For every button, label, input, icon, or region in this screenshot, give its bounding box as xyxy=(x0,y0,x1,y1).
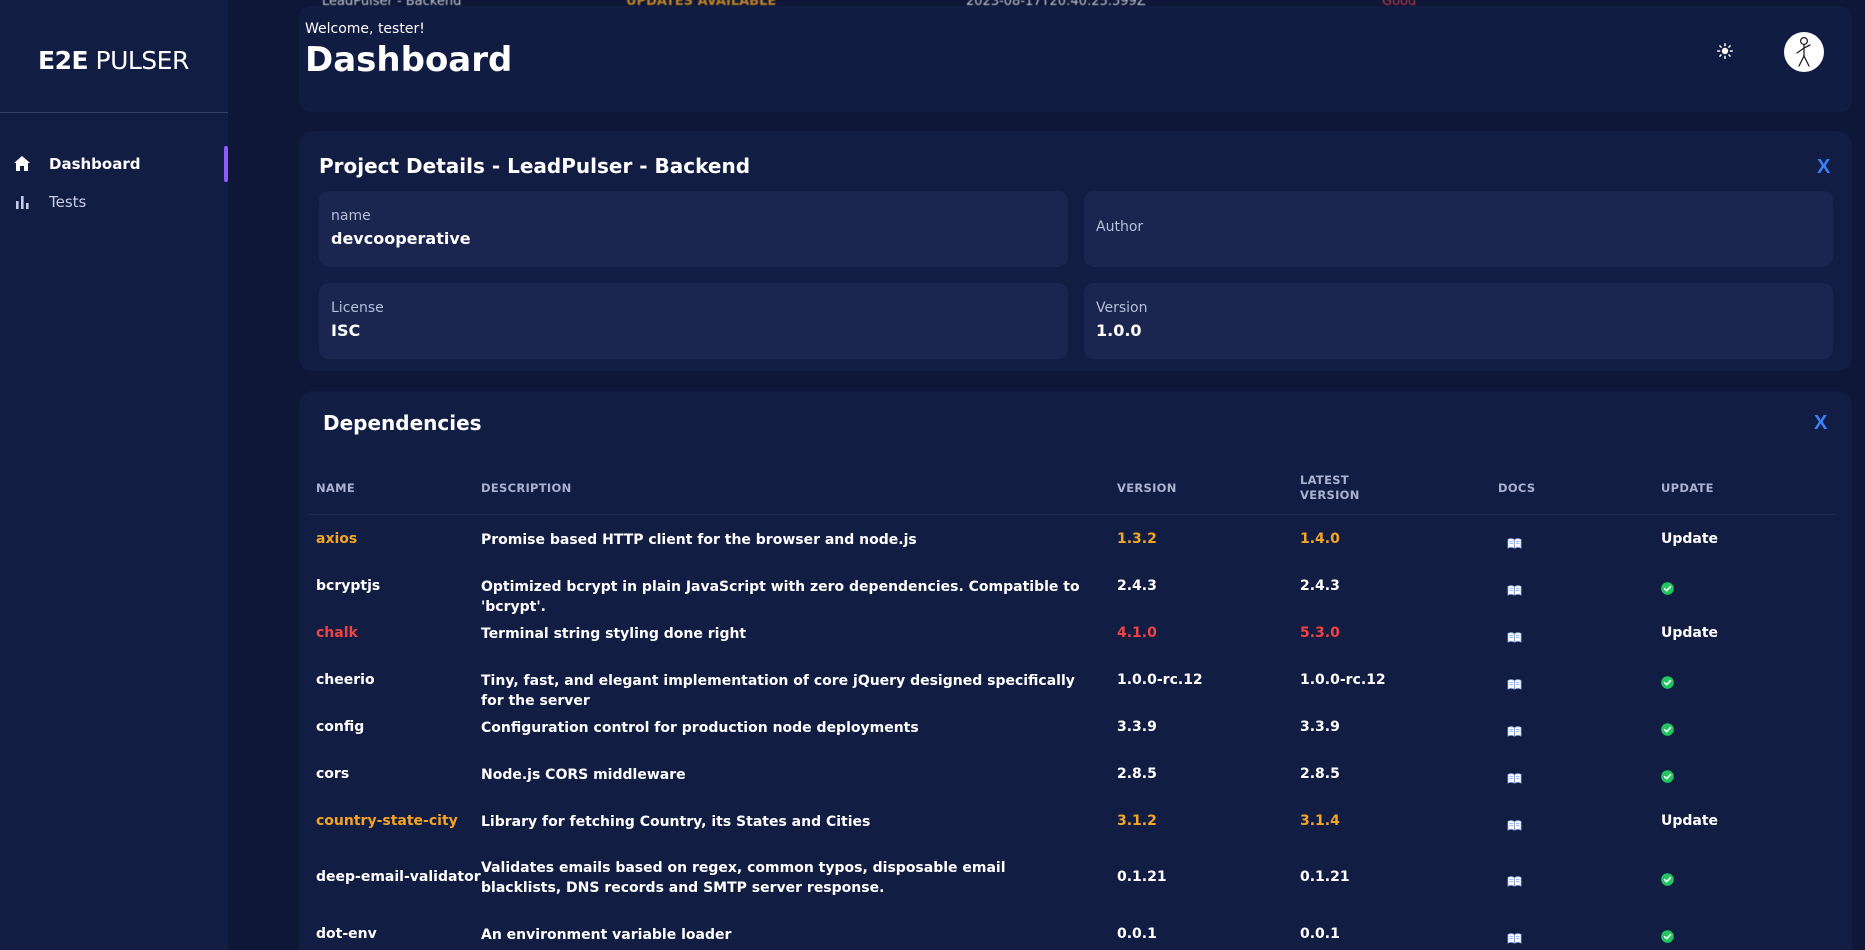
dependencies-title: Dependencies xyxy=(323,411,482,435)
dependency-latest-version: 5.3.0 xyxy=(1300,625,1340,641)
welcome-text: Welcome, tester! xyxy=(305,21,425,37)
dependency-description: Terminal string styling done right xyxy=(481,626,747,642)
dependency-name: deep-email-validator xyxy=(316,869,481,885)
dependency-description: Validates emails based on regex, common … xyxy=(481,860,1006,896)
up-to-date-check-icon xyxy=(1661,580,1675,595)
dependency-latest-version: 1.4.0 xyxy=(1300,531,1340,547)
docs-book-icon[interactable] xyxy=(1507,581,1523,596)
home-icon xyxy=(11,153,33,175)
dependency-latest-version: 0.0.1 xyxy=(1300,926,1340,942)
author-field: Author xyxy=(1084,191,1833,267)
sidebar-item-label: Tests xyxy=(49,193,87,211)
up-to-date-check-icon xyxy=(1661,928,1675,943)
app-logo[interactable]: E2E PULSER xyxy=(38,46,189,75)
header-card xyxy=(299,6,1852,112)
table-header-divider xyxy=(308,514,1836,515)
dependency-name: axios xyxy=(316,531,358,547)
column-header-description: DESCRIPTION xyxy=(481,481,572,495)
user-avatar-icon xyxy=(1796,36,1811,67)
dependency-name: chalk xyxy=(316,625,358,641)
dependency-description: Configuration control for production nod… xyxy=(481,720,919,736)
sidebar-divider xyxy=(0,112,228,113)
column-header-version: VERSION xyxy=(1117,481,1177,495)
sun-icon xyxy=(1717,43,1733,59)
column-header-latest-version: LATEST VERSION xyxy=(1300,473,1360,502)
name-field: name devcooperative xyxy=(319,191,1068,267)
close-dependencies-button[interactable]: X xyxy=(1814,412,1827,435)
sidebar-item-label: Dashboard xyxy=(49,155,141,173)
field-value: ISC xyxy=(331,321,361,340)
up-to-date-check-icon xyxy=(1661,768,1675,783)
dependency-description: Node.js CORS middleware xyxy=(481,767,686,783)
dependency-description: Optimized bcrypt in plain JavaScript wit… xyxy=(481,579,1080,615)
dependency-version: 2.4.3 xyxy=(1117,578,1157,594)
dependency-name: bcryptjs xyxy=(316,578,381,594)
dependency-name: cheerio xyxy=(316,672,375,688)
up-to-date-check-icon xyxy=(1661,674,1675,689)
dependency-latest-version: 3.1.4 xyxy=(1300,813,1340,829)
dependency-version: 2.8.5 xyxy=(1117,766,1157,782)
field-label: Version xyxy=(1096,300,1148,316)
dependency-description: Library for fetching Country, its States… xyxy=(481,814,871,830)
dependency-version: 1.3.2 xyxy=(1117,531,1157,547)
docs-book-icon[interactable] xyxy=(1507,675,1523,690)
dependency-latest-version: 1.0.0-rc.12 xyxy=(1300,672,1386,688)
field-label: License xyxy=(331,300,384,316)
dependency-latest-version: 3.3.9 xyxy=(1300,719,1340,735)
dependency-version: 4.1.0 xyxy=(1117,625,1157,641)
field-label: name xyxy=(331,208,371,224)
docs-book-icon[interactable] xyxy=(1507,816,1523,831)
update-button[interactable]: Update xyxy=(1661,813,1718,829)
dependency-latest-version: 2.4.3 xyxy=(1300,578,1340,594)
docs-book-icon[interactable] xyxy=(1507,872,1523,887)
up-to-date-check-icon xyxy=(1661,721,1675,736)
column-header-update: UPDATE xyxy=(1661,481,1714,495)
dependency-latest-version: 2.8.5 xyxy=(1300,766,1340,782)
dependency-version: 0.1.21 xyxy=(1117,869,1167,885)
field-label: Author xyxy=(1096,219,1144,235)
dependency-description: An environment variable loader xyxy=(481,927,732,943)
dependency-name: country-state-city xyxy=(316,813,458,829)
project-details-title: Project Details - LeadPulser - Backend xyxy=(319,154,751,178)
dependency-latest-version: 0.1.21 xyxy=(1300,869,1350,885)
active-indicator xyxy=(224,146,228,182)
up-to-date-check-icon xyxy=(1661,871,1675,886)
dependency-name: dot-env xyxy=(316,926,377,942)
docs-book-icon[interactable] xyxy=(1507,534,1523,549)
dependency-version: 1.0.0-rc.12 xyxy=(1117,672,1203,688)
close-project-details-button[interactable]: X xyxy=(1817,156,1830,179)
docs-book-icon[interactable] xyxy=(1507,628,1523,643)
dependency-description: Promise based HTTP client for the browse… xyxy=(481,532,917,548)
field-value: devcooperative xyxy=(331,229,471,248)
dependency-name: cors xyxy=(316,766,350,782)
dependency-version: 3.3.9 xyxy=(1117,719,1157,735)
sidebar: E2E PULSER Dashboard Tests xyxy=(0,0,228,950)
avatar[interactable] xyxy=(1784,32,1824,72)
dependency-version: 3.1.2 xyxy=(1117,813,1157,829)
docs-book-icon[interactable] xyxy=(1507,929,1523,944)
sidebar-item-dashboard[interactable]: Dashboard xyxy=(0,146,228,182)
docs-book-icon[interactable] xyxy=(1507,722,1523,737)
bar-chart-icon xyxy=(11,191,33,213)
dependency-name: config xyxy=(316,719,365,735)
license-field: License ISC xyxy=(319,283,1068,359)
version-field: Version 1.0.0 xyxy=(1084,283,1833,359)
column-header-docs: DOCS xyxy=(1498,481,1536,495)
update-button[interactable]: Update xyxy=(1661,531,1718,547)
sidebar-item-tests[interactable]: Tests xyxy=(0,184,228,220)
theme-toggle-button[interactable] xyxy=(1714,40,1736,62)
page-title: Dashboard xyxy=(305,40,513,80)
update-button[interactable]: Update xyxy=(1661,625,1718,641)
column-header-name: NAME xyxy=(316,481,356,495)
dependency-description: Tiny, fast, and elegant implementation o… xyxy=(481,673,1075,709)
dependency-version: 0.0.1 xyxy=(1117,926,1157,942)
field-value: 1.0.0 xyxy=(1096,321,1142,340)
docs-book-icon[interactable] xyxy=(1507,769,1523,784)
